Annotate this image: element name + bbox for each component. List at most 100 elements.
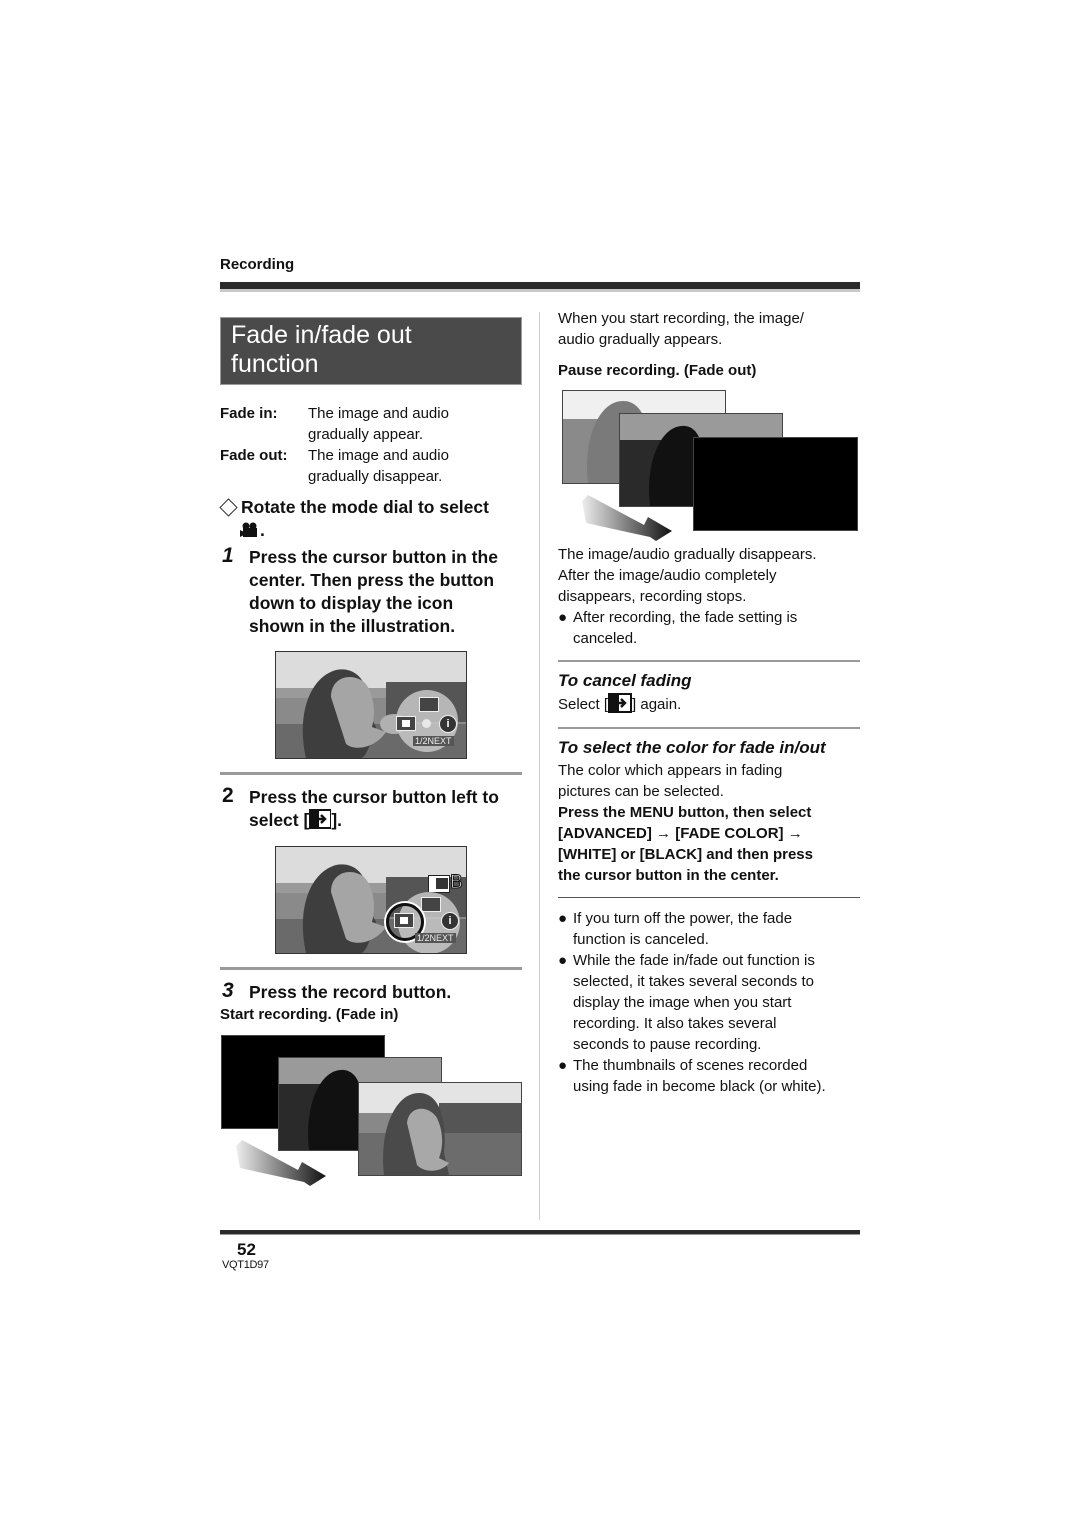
fade-in-intro: When you start recording, the image/ aud… (558, 308, 804, 350)
info-icon: i (439, 715, 457, 733)
definition-desc-line: The image and audio (308, 447, 449, 464)
text-line: When you start recording, the image/ (558, 310, 804, 327)
prestep-icon-line: . (218, 519, 528, 542)
text-line: function is canceled. (573, 931, 709, 948)
fade-out-frame-black (693, 437, 858, 531)
definition-desc: The image and audio gradually appear. (308, 403, 528, 445)
text-line: [ADVANCED] → [FADE COLOR] → (558, 825, 803, 842)
bullet-note: ● If you turn off the power, the fade fu… (558, 908, 863, 950)
step-number: 2 (222, 784, 234, 807)
color-heading: To select the color for fade in/out (558, 738, 826, 757)
text-line: The thumbnails of scenes recorded (573, 1057, 808, 1074)
text-line: After recording, the fade setting is (573, 609, 798, 626)
color-instructions: Press the MENU button, then select [ADVA… (558, 802, 813, 886)
prestep-text: Rotate the mode dial to select (241, 497, 489, 517)
text-line: seconds to pause recording. (573, 1036, 762, 1053)
diamond-icon (219, 498, 238, 517)
step-number: 1 (222, 544, 234, 567)
definition-fade-in: Fade in: The image and audio gradually a… (220, 403, 520, 445)
fade-icon (394, 913, 414, 928)
step-line: shown in the illustration. (249, 616, 456, 636)
step-1-text: Press the cursor button in the center. T… (249, 546, 529, 638)
step-line: Press the cursor button in the (249, 547, 498, 567)
bottom-rule (220, 1230, 860, 1235)
definition-desc-line: gradually disappear. (308, 468, 443, 485)
fade-in-caption: Start recording. (Fade in) (220, 1006, 399, 1023)
lcd-screen-step-2: B i 1/2NEXT (275, 846, 467, 954)
text-line: While the fade in/fade out function is (573, 952, 815, 969)
text-line: pictures can be selected. (558, 783, 724, 800)
text-line: canceled. (573, 630, 638, 647)
page-number: 52 (237, 1240, 256, 1259)
top-rule (220, 282, 860, 292)
definition-term: Fade in: (220, 405, 278, 422)
fade-out-description: The image/audio gradually disappears. Af… (558, 544, 817, 607)
text-line: selected, it takes several seconds to (573, 973, 814, 990)
text-line: If you turn off the power, the fade (573, 910, 793, 927)
bullet-icon: ● (558, 952, 568, 969)
prestep-suffix: . (260, 520, 265, 540)
text-line: audio gradually appears. (558, 331, 723, 348)
bullet-note: ● The thumbnails of scenes recorded usin… (558, 1055, 873, 1097)
step-line-prefix: select [ (249, 810, 310, 830)
step-line: center. Then press the button (249, 570, 495, 590)
bullet-note: ● While the fade in/fade out function is… (558, 950, 863, 1055)
movie-camera-icon (240, 522, 257, 537)
text-line: the cursor button in the center. (558, 867, 779, 884)
document-code: VQT1D97 (222, 1259, 269, 1271)
fade-out-caption: Pause recording. (Fade out) (558, 362, 757, 379)
transition-arrow-icon (582, 495, 672, 541)
text-line: recording. It also takes several (573, 1015, 777, 1032)
cancel-heading: To cancel fading (558, 671, 692, 690)
divider (220, 772, 522, 775)
column-divider (539, 312, 540, 1220)
next-page-label: 1/2NEXT (415, 933, 456, 943)
text-line: After the image/audio completely (558, 567, 777, 584)
cancel-instruction: Select [ ] again. (558, 693, 681, 715)
divider (220, 967, 522, 970)
bullet-icon: ● (558, 910, 568, 927)
text-line: [WHITE] or [BLACK] and then press (558, 846, 813, 863)
definition-desc-line: gradually appear. (308, 426, 424, 443)
next-page-label: 1/2NEXT (413, 736, 454, 746)
definition-term: Fade out: (220, 447, 288, 464)
text-line: The image/audio gradually disappears. (558, 546, 817, 563)
text-prefix: Select [ (558, 696, 609, 713)
fade-status-icon (428, 875, 450, 893)
backlight-icon (419, 697, 439, 712)
text-suffix: ] again. (632, 696, 682, 713)
text-line: disappears, recording stops. (558, 588, 747, 605)
bullet-note: ● After recording, the fade setting is c… (558, 607, 863, 649)
section-label: Recording (220, 256, 295, 273)
text-line: The color which appears in fading (558, 762, 783, 779)
step-line: Press the cursor button left to (249, 787, 499, 807)
fade-color-indicator: B (450, 872, 464, 894)
step-line: select []. (249, 809, 529, 832)
transition-arrow-icon (236, 1140, 326, 1186)
step-number: 3 (222, 979, 234, 1002)
prestep: Rotate the mode dial to select . (218, 496, 528, 542)
definition-desc: The image and audio gradually disappear. (308, 445, 528, 487)
step-line: down to display the icon (249, 593, 454, 613)
fade-icon (608, 693, 633, 713)
divider (558, 660, 860, 662)
text-line: Press the MENU button, then select (558, 804, 812, 821)
fade-in-frame-full (358, 1082, 522, 1176)
divider (558, 727, 860, 729)
title-line-2: function (231, 350, 319, 378)
divider (558, 897, 860, 898)
step-line-suffix: ]. (331, 810, 343, 830)
definition-desc-line: The image and audio (308, 405, 449, 422)
bullet-icon: ● (558, 1057, 568, 1074)
page-title: Fade in/fade out function (220, 317, 522, 385)
text-line: using fade in become black (or white). (573, 1078, 826, 1095)
center-dot-icon (422, 719, 431, 728)
step-2-text: Press the cursor button left to select [… (249, 786, 529, 832)
backlight-icon (421, 897, 441, 912)
info-icon: i (441, 912, 459, 930)
fade-icon (396, 716, 416, 731)
color-description: The color which appears in fading pictur… (558, 760, 782, 802)
title-line-1: Fade in/fade out (231, 321, 412, 349)
lcd-screen-step-1: i 1/2NEXT (275, 651, 467, 759)
step-3-text: Press the record button. (249, 982, 452, 1002)
